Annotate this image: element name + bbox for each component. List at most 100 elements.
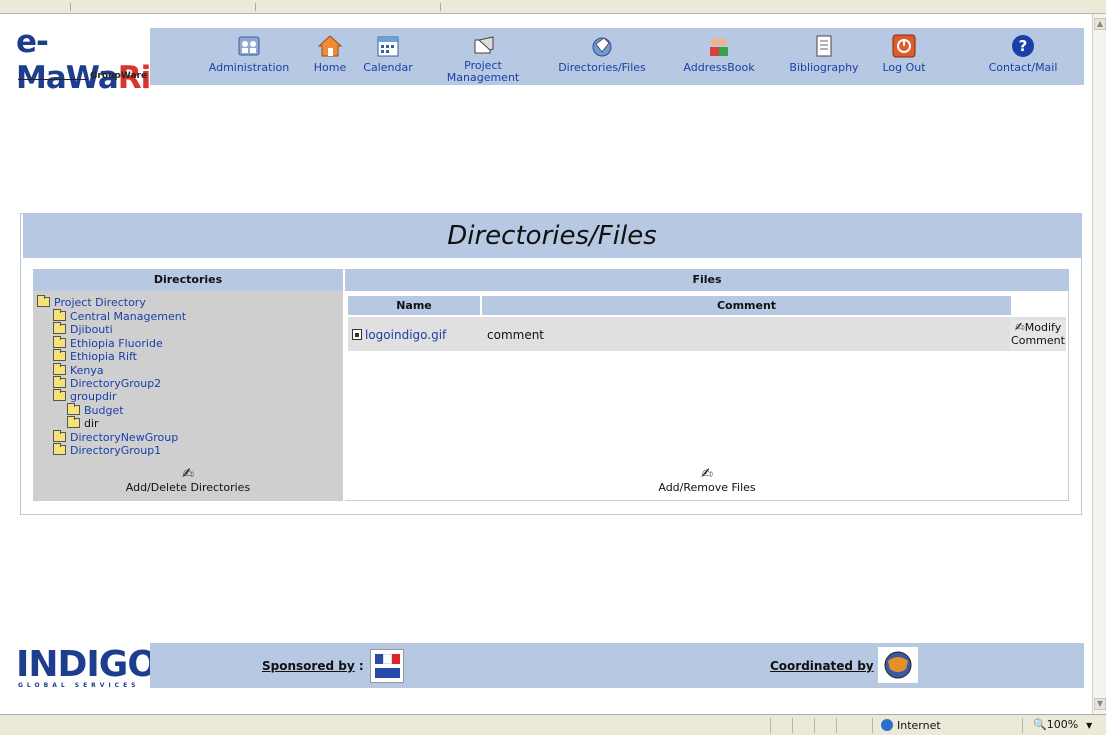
internet-zone-icon <box>881 719 893 731</box>
nav-home-label: Home <box>313 61 347 74</box>
nav-home[interactable]: Home <box>310 34 350 74</box>
vertical-scrollbar[interactable]: ▲ ▼ <box>1092 14 1106 714</box>
nav-addressbook[interactable]: AddressBook <box>678 34 760 74</box>
file-comment: comment <box>487 328 545 342</box>
calendar-icon <box>377 36 399 57</box>
status-divider <box>770 718 771 733</box>
status-zone: Internet <box>872 718 1022 733</box>
directories-heading: Directories <box>33 269 343 291</box>
status-zone-text: Internet <box>897 719 941 732</box>
addressbook-icon <box>710 38 728 56</box>
indigo-logo[interactable]: INDIGO GLOBAL SERVICES <box>8 643 158 689</box>
folder-icon <box>53 363 66 375</box>
folder-icon <box>67 403 80 415</box>
bibliography-icon <box>816 35 832 57</box>
tree-item-label: Ethiopia Rift <box>70 350 137 363</box>
zoom-icon: 🔍 <box>1033 718 1047 731</box>
folder-icon <box>53 309 66 321</box>
logo-sub-text: GroupWare <box>90 71 148 81</box>
indigo-logo-text: INDIGO <box>16 644 158 685</box>
sponsor-logo[interactable] <box>370 649 404 683</box>
tree-item-ethiopia-rift[interactable]: Ethiopia Rift <box>53 349 137 363</box>
chevron-down-icon[interactable]: ▼ <box>1086 721 1092 730</box>
directories-tree-pane: Project Directory Central Management Dji… <box>33 291 343 501</box>
tree-item-label: Budget <box>84 404 124 417</box>
folder-icon <box>53 336 66 348</box>
coordinated-by-text: Coordinated by <box>770 659 874 673</box>
file-name: logoindigo.gif <box>365 328 447 342</box>
comment-label: Comment <box>1011 334 1065 347</box>
folder-open-icon <box>67 416 80 428</box>
folder-icon <box>53 443 66 455</box>
tree-item-directorynewgroup[interactable]: DirectoryNewGroup <box>53 430 179 444</box>
sponsored-by-label: Sponsored by : <box>262 659 364 673</box>
tree-item-label: DirectoryNewGroup <box>70 431 179 444</box>
scroll-up-icon[interactable]: ▲ <box>1094 18 1106 30</box>
logout-icon <box>892 34 916 58</box>
tab-divider <box>255 3 256 11</box>
nav-logout[interactable]: Log Out <box>876 34 932 74</box>
nav-project-label-2: Management <box>446 71 520 84</box>
tree-item-dir-selected[interactable]: dir <box>67 416 99 430</box>
tree-item-directorygroup2[interactable]: DirectoryGroup2 <box>53 376 162 390</box>
tree-item-project-directory[interactable]: Project Directory <box>37 295 146 309</box>
file-link-logoindigo[interactable]: logoindigo.gif <box>352 328 446 342</box>
tree-item-groupdir[interactable]: groupdir <box>53 389 117 403</box>
directories-files-panel: Directories/Files Directories Files Proj… <box>20 213 1082 515</box>
logo-underline <box>18 79 88 80</box>
tree-item-directorygroup1[interactable]: DirectoryGroup1 <box>53 443 162 457</box>
add-delete-directories-button[interactable]: ✍ Add/Delete Directories <box>33 467 343 494</box>
add-remove-files-label: Add/Remove Files <box>658 481 756 494</box>
modify-comment-button[interactable]: ✍Modify Comment <box>1010 320 1066 350</box>
project-management-icon <box>474 36 494 54</box>
status-divider <box>814 718 815 733</box>
tree-item-label: Ethiopia Fluoride <box>70 337 163 350</box>
coordinator-logo[interactable] <box>878 647 918 683</box>
folder-icon <box>37 295 50 307</box>
nav-calendar[interactable]: Calendar <box>360 34 416 74</box>
nav-contact-mail[interactable]: ? Contact/Mail <box>978 34 1068 74</box>
tree-item-label: Central Management <box>70 310 187 323</box>
add-remove-files-button[interactable]: ✍ Add/Remove Files <box>345 467 1069 494</box>
nav-bibliography[interactable]: Bibliography <box>784 34 864 74</box>
folder-icon <box>53 349 66 361</box>
sponsored-by-text: Sponsored by <box>262 659 355 673</box>
nav-project-management[interactable]: Project Management <box>440 34 526 84</box>
footer-bar: Sponsored by : Coordinated by : <box>150 643 1084 688</box>
coordinated-by-label: Coordinated by : <box>770 659 883 673</box>
directories-files-icon <box>592 37 612 57</box>
browser-tab-strip <box>0 0 1106 14</box>
tree-item-label: DirectoryGroup1 <box>70 444 162 457</box>
tree-item-budget[interactable]: Budget <box>67 403 124 417</box>
modify-label: Modify <box>1024 321 1062 334</box>
emawari-logo[interactable]: e-MaWaRi GroupWare <box>8 14 151 96</box>
zoom-control[interactable]: 🔍100% ▼ <box>1022 718 1098 733</box>
nav-administration-label: Administration <box>208 61 290 74</box>
nav-administration[interactable]: Administration <box>204 34 294 74</box>
scroll-down-icon[interactable]: ▼ <box>1094 698 1106 710</box>
indigo-logo-subtext: GLOBAL SERVICES <box>18 682 140 689</box>
tree-item-label: DirectoryGroup2 <box>70 377 162 390</box>
tree-item-central-management[interactable]: Central Management <box>53 309 187 323</box>
logo-main-text: e-MaWaRi <box>16 24 151 96</box>
administration-icon <box>238 36 260 56</box>
tree-item-label: Djibouti <box>70 323 113 336</box>
tree-item-label: Kenya <box>70 364 104 377</box>
table-row: logoindigo.gif comment ✍Modify Comment <box>348 317 1066 351</box>
tree-item-label: groupdir <box>70 390 117 403</box>
svg-text:?: ? <box>1019 37 1028 55</box>
nav-directories-files[interactable]: Directories/Files <box>550 34 654 74</box>
nav-directories-files-label: Directories/Files <box>558 61 646 74</box>
globe-icon <box>884 651 912 679</box>
nav-addressbook-label: AddressBook <box>683 61 755 74</box>
files-column-name: Name <box>348 296 480 315</box>
tree-item-ethiopia-fluoride[interactable]: Ethiopia Fluoride <box>53 336 163 350</box>
home-icon <box>318 35 342 57</box>
pen-icon: ✍ <box>1014 320 1025 334</box>
tab-divider <box>440 3 441 11</box>
image-file-icon <box>352 329 362 340</box>
contact-mail-icon: ? <box>1012 35 1034 57</box>
tree-item-djibouti[interactable]: Djibouti <box>53 322 113 336</box>
files-heading: Files <box>345 269 1069 291</box>
browser-status-bar: Internet 🔍100% ▼ <box>0 714 1106 735</box>
